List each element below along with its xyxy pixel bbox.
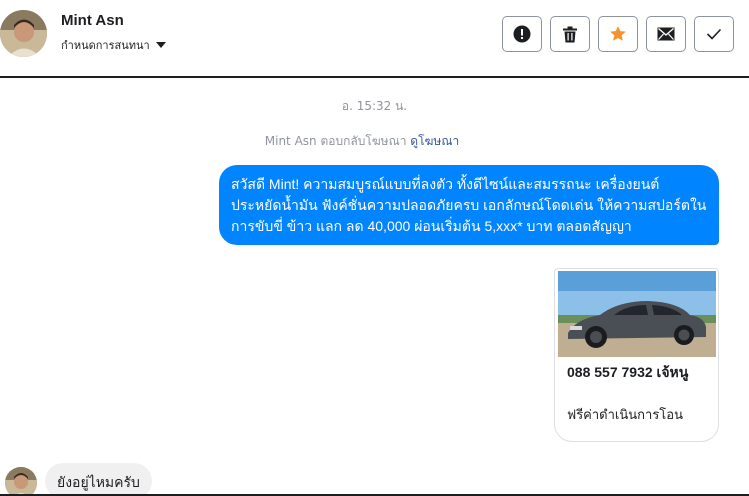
caret-down-icon: [155, 42, 166, 48]
trash-icon: [563, 26, 577, 42]
star-button[interactable]: [598, 16, 638, 52]
conversation-header: Mint Asn กำหนดการสนทนา: [0, 0, 749, 78]
ad-reply-note: Mint Asn ตอบกลับโฆษณา ดูโฆษณา: [0, 132, 724, 151]
delete-button[interactable]: [550, 16, 590, 52]
conversation-settings-dropdown[interactable]: กำหนดการสนทนา: [61, 36, 166, 54]
contact-avatar[interactable]: [0, 10, 47, 57]
exclamation-icon: [513, 25, 531, 43]
report-spam-button[interactable]: [502, 16, 542, 52]
conversation-settings-label: กำหนดการสนทนา: [61, 39, 150, 52]
sender-avatar[interactable]: [5, 467, 37, 496]
outgoing-message-bubble[interactable]: สวัสดี Mint! ความสมบูรณ์แบบที่ลงตัว ทั้ง…: [219, 165, 719, 245]
contact-name[interactable]: Mint Asn: [61, 12, 124, 29]
ad-card-title: 088 557 7932 เจ้หนู: [567, 364, 689, 380]
ad-card[interactable]: 088 557 7932 เจ้หนู ฟรีค่าดำเนินการโอน: [554, 268, 719, 442]
ad-reply-text: Mint Asn ตอบกลับโฆษณา: [264, 134, 407, 148]
message-timestamp: อ. 15:32 น.: [341, 99, 408, 113]
star-icon: [610, 26, 626, 41]
car-image: [558, 271, 716, 357]
view-ad-link[interactable]: ดูโฆษณา: [410, 134, 459, 148]
check-icon: [706, 28, 722, 40]
mark-unread-button[interactable]: [646, 16, 686, 52]
conversation-view: Mint Asn กำหนดการสนทนา อ. 15:32 น. Mint …: [0, 0, 749, 496]
header-actions: [502, 16, 734, 52]
incoming-message-bubble[interactable]: ยังอยู่ไหมครับ: [45, 463, 152, 496]
mark-done-button[interactable]: [694, 16, 734, 52]
ad-card-subtitle: ฟรีค่าดำเนินการโอน: [567, 407, 683, 422]
envelope-icon: [657, 27, 675, 41]
